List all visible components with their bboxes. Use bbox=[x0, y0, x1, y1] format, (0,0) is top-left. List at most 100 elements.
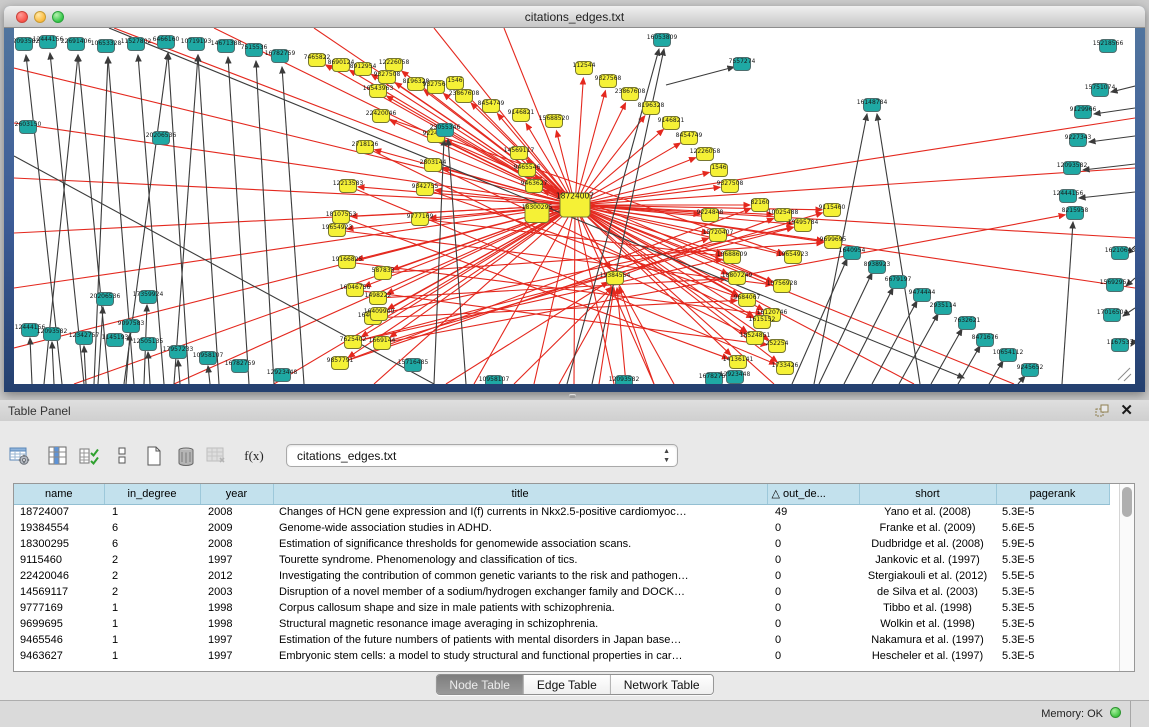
network-node[interactable]: 9684067 bbox=[734, 294, 761, 307]
network-node[interactable]: 16148784 bbox=[857, 99, 888, 112]
network-node[interactable]: 12226058 bbox=[379, 59, 410, 72]
network-node[interactable]: 20206536 bbox=[90, 293, 121, 306]
network-node[interactable]: 9146821 bbox=[658, 117, 685, 130]
network-node[interactable]: 10653328 bbox=[91, 40, 122, 53]
column-header-pagerank[interactable]: pagerank bbox=[996, 484, 1109, 504]
network-node[interactable]: 9327568 bbox=[595, 75, 622, 88]
network-node[interactable]: 10958107 bbox=[479, 376, 510, 385]
table-row[interactable]: 1872400712008Changes of HCN gene express… bbox=[14, 504, 1109, 520]
network-node[interactable]: 6466160 bbox=[153, 36, 180, 49]
network-node[interactable]: 12093582 bbox=[37, 328, 68, 341]
network-node[interactable]: 15751074 bbox=[1085, 84, 1116, 97]
table-row[interactable]: 969969511998Structural magnetic resonanc… bbox=[14, 616, 1109, 632]
table-scrollbar[interactable] bbox=[1119, 484, 1134, 671]
table-row[interactable]: 977716911998Corpus callosum shape and si… bbox=[14, 600, 1109, 616]
network-node[interactable]: 19654923 bbox=[322, 224, 353, 237]
tab-edge-table[interactable]: Edge Table bbox=[524, 675, 611, 694]
network-node[interactable]: 9857791 bbox=[327, 357, 354, 370]
network-node[interactable]: 8454749 bbox=[676, 132, 703, 145]
network-node[interactable]: 7632621 bbox=[954, 317, 981, 330]
network-node[interactable]: 12093582 bbox=[609, 376, 640, 385]
network-node[interactable]: 19654923 bbox=[778, 251, 809, 264]
network-node[interactable]: 9129966 bbox=[1070, 106, 1097, 119]
table-row[interactable]: 911546021997Tourette syndrome. Phenomeno… bbox=[14, 552, 1109, 568]
table-row[interactable]: 1938455462009Genome-wide association stu… bbox=[14, 520, 1109, 536]
network-node[interactable]: 1615152 bbox=[749, 316, 776, 329]
column-header-title[interactable]: title bbox=[273, 484, 767, 504]
tab-node-table[interactable]: Node Table bbox=[436, 675, 524, 694]
network-node[interactable]: 11527802 bbox=[121, 38, 152, 51]
panel-divider-handle[interactable] bbox=[569, 394, 576, 398]
network-node[interactable]: 1733426 bbox=[772, 362, 799, 375]
network-node[interactable]: 18807249 bbox=[722, 272, 753, 285]
network-node[interactable]: 8938923 bbox=[864, 261, 891, 274]
network-window-titlebar[interactable]: citations_edges.txt bbox=[4, 6, 1145, 28]
network-node[interactable]: 12444156 bbox=[33, 36, 64, 49]
network-node[interactable]: 9777169 bbox=[407, 213, 434, 226]
network-node[interactable]: 9245652 bbox=[1017, 364, 1044, 377]
network-node[interactable]: 17359924 bbox=[133, 291, 164, 304]
network-node[interactable]: 9227343 bbox=[1065, 134, 1092, 147]
network-node[interactable]: 14136141 bbox=[723, 356, 754, 369]
table-row[interactable]: 946362711997Embryonic stem cells: a mode… bbox=[14, 648, 1109, 664]
network-node[interactable]: 17016504 bbox=[1097, 309, 1128, 322]
network-node[interactable]: 22691406 bbox=[61, 38, 92, 51]
table-scrollbar-thumb[interactable] bbox=[1122, 487, 1132, 517]
network-node[interactable]: 2935114 bbox=[930, 302, 957, 315]
network-node[interactable]: 7465822 bbox=[304, 54, 331, 67]
network-node[interactable]: 1669144 bbox=[369, 337, 396, 350]
table-checks-icon[interactable] bbox=[76, 442, 104, 470]
network-node[interactable]: 15692951 bbox=[1100, 279, 1131, 292]
network-node[interactable]: 8471676 bbox=[972, 334, 999, 347]
column-header-year[interactable]: year bbox=[200, 484, 273, 504]
tab-network-table[interactable]: Network Table bbox=[611, 675, 713, 694]
network-node[interactable]: 1546 bbox=[711, 164, 728, 177]
network-node[interactable]: 10719193 bbox=[181, 38, 212, 51]
network-node[interactable]: 18724007 bbox=[556, 192, 594, 218]
column-header-in_degree[interactable]: in_degree bbox=[104, 484, 200, 504]
network-node[interactable]: 8215958 bbox=[1062, 207, 1089, 220]
network-node[interactable]: 18107553 bbox=[326, 211, 357, 224]
network-node[interactable]: 10958107 bbox=[193, 352, 224, 365]
network-node[interactable]: 12444156 bbox=[1053, 190, 1084, 203]
column-header-out_degree[interactable]: △ out_de... bbox=[767, 484, 859, 504]
network-node[interactable]: 10688609 bbox=[717, 251, 748, 264]
network-node[interactable]: 1546 bbox=[447, 77, 464, 90]
network-node[interactable]: 16053809 bbox=[647, 34, 678, 47]
network-node[interactable]: 9224848 bbox=[697, 209, 724, 222]
network-node[interactable]: 16543963 bbox=[363, 85, 394, 98]
new-document-icon[interactable] bbox=[140, 442, 168, 470]
network-node[interactable]: 10654112 bbox=[993, 349, 1024, 362]
network-node[interactable]: 1640954 bbox=[839, 247, 866, 260]
network-node[interactable]: 9327508 bbox=[374, 71, 401, 84]
network-node[interactable]: 16782759 bbox=[225, 360, 256, 373]
network-node[interactable]: 19384554 bbox=[600, 272, 631, 285]
network-node[interactable]: 12342757 bbox=[69, 332, 100, 345]
network-view[interactable]: 1872400718300295746582286901248912954122… bbox=[14, 28, 1135, 384]
network-node[interactable]: 12923448 bbox=[720, 371, 751, 384]
network-node[interactable]: 9146821 bbox=[508, 109, 535, 122]
network-node[interactable]: 17957233 bbox=[163, 346, 194, 359]
table-row[interactable]: 1456911722003Disruption of a novel membe… bbox=[14, 584, 1109, 600]
table-settings-icon[interactable] bbox=[6, 442, 34, 470]
network-node[interactable]: 18300295 bbox=[522, 204, 553, 223]
trash-icon[interactable] bbox=[172, 442, 200, 470]
column-header-short[interactable]: short bbox=[859, 484, 996, 504]
network-node[interactable]: 23867608 bbox=[615, 88, 646, 101]
network-node[interactable]: 23867608 bbox=[449, 90, 480, 103]
network-node[interactable]: 9097583 bbox=[118, 320, 145, 333]
network-node[interactable]: 1498222 bbox=[365, 292, 392, 305]
network-node[interactable]: 15218566 bbox=[1093, 40, 1124, 53]
network-node[interactable]: 252254 bbox=[766, 340, 789, 353]
import-table-disabled-icon[interactable] bbox=[202, 442, 230, 470]
table-row[interactable]: 2242004622012Investigating the contribut… bbox=[14, 568, 1109, 584]
network-node[interactable]: 19166825 bbox=[332, 256, 363, 269]
network-node[interactable]: 9474444 bbox=[909, 289, 936, 302]
float-window-icon[interactable] bbox=[1095, 404, 1109, 418]
network-node[interactable]: 6679197 bbox=[885, 276, 912, 289]
network-node[interactable]: 10756928 bbox=[767, 280, 798, 293]
network-node[interactable]: 15716485 bbox=[398, 359, 429, 372]
network-node[interactable]: 12505135 bbox=[133, 338, 164, 351]
network-node[interactable]: 16210643 bbox=[1105, 247, 1135, 260]
network-node[interactable]: 7557274 bbox=[729, 58, 756, 71]
